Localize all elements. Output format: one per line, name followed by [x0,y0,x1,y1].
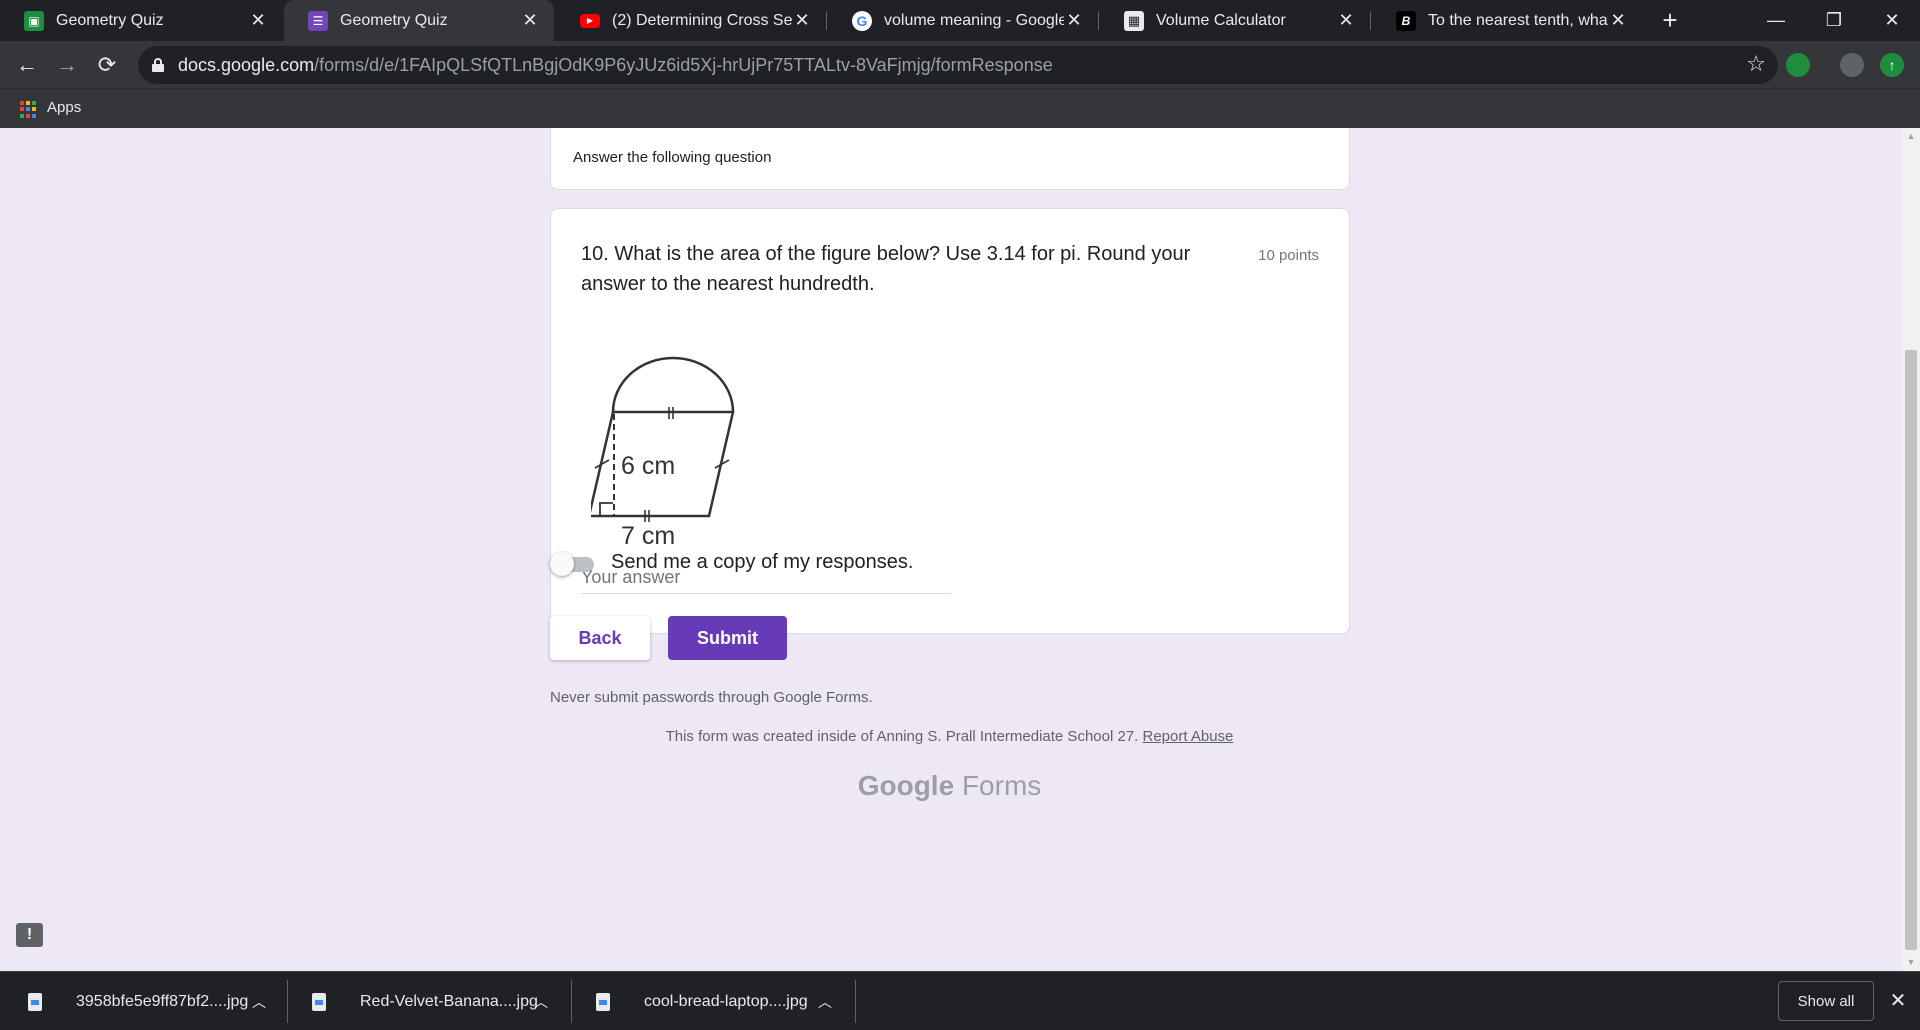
tab-separator [1098,12,1099,30]
google-icon: G [852,10,872,31]
scrollbar-thumb[interactable] [1905,350,1917,950]
back-button[interactable]: Back [550,616,650,660]
google-forms-logo: Google Forms [0,770,1899,802]
tab-title: (2) Determining Cross Sectio [612,11,792,29]
close-tab-icon[interactable]: ✕ [248,10,268,31]
google-classroom-icon: ▣ [24,10,44,31]
download-item[interactable]: Red-Velvet-Banana....jpg ︿ [312,972,552,1030]
tab-nearest-tenth-brainly[interactable]: B To the nearest tenth, what is ✕ [1372,0,1642,41]
bookmark-star-icon[interactable]: ☆ [1746,51,1766,77]
tab-title: To the nearest tenth, what is [1428,11,1608,29]
tab-title: Geometry Quiz [340,11,448,29]
download-filename: cool-bread-laptop....jpg [644,992,808,1010]
youtube-icon: ▶ [580,13,600,28]
section-description: Answer the following question [573,149,772,166]
download-filename: Red-Velvet-Banana....jpg [360,992,538,1010]
brainly-icon: B [1396,10,1416,31]
close-tab-icon[interactable]: ✕ [1064,10,1084,31]
url-path: /forms/d/e/1FAIpQLSfQTLnBgjOdK9P6yJUz6id… [314,55,1053,75]
section-description-card: Answer the following question [550,128,1350,190]
submit-button[interactable]: Submit [668,616,787,660]
apps-grid-icon[interactable] [20,101,37,118]
url-text: docs.google.com/forms/d/e/1FAIpQLSfQTLnB… [178,55,1053,76]
image-file-icon [28,992,42,1011]
apps-bookmark[interactable]: Apps [47,99,81,116]
download-filename: 3958bfe5e9ff87bf2....jpg [76,992,249,1010]
download-separator [855,980,856,1023]
chevron-up-icon[interactable]: ︿ [252,992,266,1012]
send-copy-toggle[interactable] [550,552,596,576]
tab-title: Geometry Quiz [56,11,164,29]
page-scrollbar[interactable]: ▲ ▼ [1902,128,1920,971]
new-tab-plus-icon[interactable]: + [1654,4,1686,36]
download-separator [287,980,288,1023]
question-title: 10. What is the area of the figure below… [581,243,1191,295]
scroll-up-arrow-icon[interactable]: ▲ [1902,128,1920,145]
minimize-icon[interactable]: — [1748,0,1804,41]
profile-avatar-icon[interactable] [1840,53,1864,77]
calculator-icon: ▦ [1124,10,1144,31]
close-tab-icon[interactable]: ✕ [792,10,812,31]
back-arrow-icon[interactable]: ← [10,48,44,82]
tab-separator [1370,12,1371,30]
restore-icon[interactable]: ❐ [1806,0,1862,41]
extension-green-icon[interactable] [1786,53,1810,77]
close-tab-icon[interactable]: ✕ [1336,10,1356,31]
chevron-up-icon[interactable]: ︿ [818,992,832,1012]
tab-title: Volume Calculator [1156,11,1286,29]
send-copy-label: Send me a copy of my responses. [611,551,914,573]
url-host: docs.google.com [178,55,315,75]
base-label: 7 cm [621,522,675,549]
download-separator [571,980,572,1023]
question-points: 10 points [1258,247,1319,264]
page-viewport: Answer the following question 10. What i… [0,128,1902,971]
google-forms-icon: ☰ [308,10,328,31]
tab-volume-meaning-google[interactable]: G volume meaning - Google S ✕ [828,0,1098,41]
image-file-icon [596,992,610,1011]
address-bar[interactable]: docs.google.com/forms/d/e/1FAIpQLSfQTLnB… [138,46,1778,84]
close-tab-icon[interactable]: ✕ [1608,10,1628,31]
tab-separator [826,12,827,30]
show-all-downloads-button[interactable]: Show all [1778,981,1874,1021]
feedback-icon[interactable]: ! [16,923,43,947]
reload-icon[interactable]: ⟳ [90,48,124,82]
form-created-note: This form was created inside of Anning S… [0,728,1899,745]
lock-icon [152,58,164,72]
close-tab-icon[interactable]: ✕ [520,10,540,31]
brand-forms: Forms [961,770,1042,801]
update-arrow-icon[interactable]: ↑ [1880,53,1904,77]
downloads-bar: 3958bfe5e9ff87bf2....jpg ︿ Red-Velvet-Ba… [0,971,1920,1030]
scroll-down-arrow-icon[interactable]: ▼ [1902,954,1920,971]
never-submit-passwords-note: Never submit passwords through Google Fo… [550,689,873,706]
forward-arrow-icon[interactable]: → [50,48,84,82]
question-figure: 6 cm 7 cm [591,356,735,549]
chevron-up-icon[interactable]: ︿ [534,992,548,1012]
bookmarks-bar: Apps [0,88,1920,128]
created-text: This form was created inside of Anning S… [665,728,1139,745]
right-angle-marker [599,502,613,516]
window-close-icon[interactable]: ✕ [1864,0,1920,41]
tab-cross-sections-youtube[interactable]: ▶ (2) Determining Cross Sectio ✕ [556,0,826,41]
tab-title: volume meaning - Google S [884,11,1064,29]
tab-geometry-quiz-forms[interactable]: ☰ Geometry Quiz ✕ [284,0,554,41]
download-item[interactable]: 3958bfe5e9ff87bf2....jpg ︿ [28,972,268,1030]
tab-geometry-quiz-classroom[interactable]: ▣ Geometry Quiz ✕ [0,0,282,41]
image-file-icon [312,992,326,1011]
tab-volume-calculator[interactable]: ▦ Volume Calculator ✕ [1100,0,1370,41]
toggle-knob [550,552,574,576]
tab-strip: ▣ Geometry Quiz ✕ ☰ Geometry Quiz ✕ ▶ (2… [0,0,1920,41]
height-label: 6 cm [621,452,675,480]
close-downloads-icon[interactable]: ✕ [1886,986,1910,1016]
browser-toolbar: ← → ⟳ docs.google.com/forms/d/e/1FAIpQLS… [0,41,1920,88]
download-item[interactable]: cool-bread-laptop....jpg ︿ [596,972,836,1030]
semicircle-shape [611,356,735,413]
report-abuse-link[interactable]: Report Abuse [1143,728,1234,745]
brand-google: Google [857,770,955,801]
